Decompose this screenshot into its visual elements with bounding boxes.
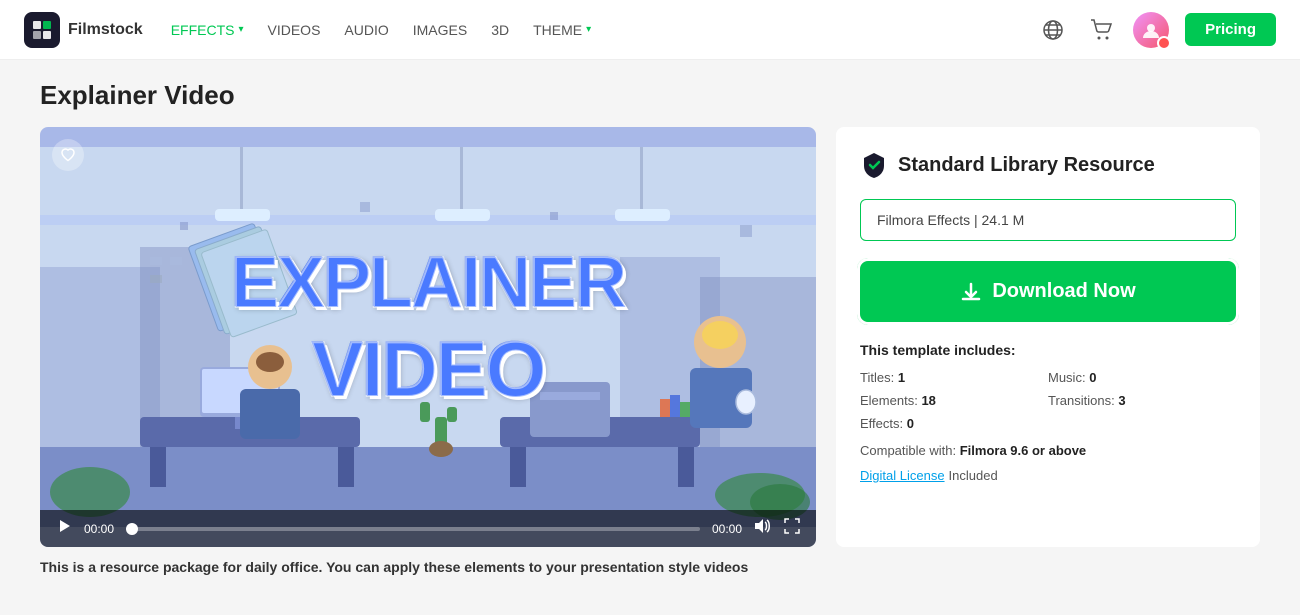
content-area: EXPLAINER VIDEO 00:00 — [40, 127, 1260, 547]
nav-audio[interactable]: AUDIO — [344, 22, 388, 38]
time-end: 00:00 — [712, 522, 742, 536]
chevron-down-icon: ▾ — [238, 24, 243, 35]
page-title: Explainer Video — [40, 80, 1260, 111]
titles-item: Titles: 1 — [860, 370, 1048, 385]
includes-grid: Titles: 1 Music: 0 Elements: 18 Transiti… — [860, 370, 1236, 431]
play-button[interactable] — [56, 518, 72, 539]
music-item: Music: 0 — [1048, 370, 1236, 385]
volume-button[interactable] — [754, 518, 772, 539]
video-controls: 00:00 00:00 — [40, 510, 816, 547]
notification-badge — [1157, 36, 1171, 50]
progress-bar[interactable] — [126, 527, 700, 531]
cart-icon[interactable] — [1085, 14, 1117, 46]
digital-license-link[interactable]: Digital License — [860, 468, 945, 483]
download-label: Download Now — [992, 280, 1135, 303]
nav-3d[interactable]: 3D — [491, 22, 509, 38]
shield-icon — [860, 151, 888, 179]
logo[interactable]: Filmstock — [24, 12, 143, 48]
nav-right: Pricing — [1037, 12, 1276, 48]
pricing-button[interactable]: Pricing — [1185, 13, 1276, 46]
nav-links: EFFECTS ▾ VIDEOS AUDIO IMAGES 3D THEME ▾ — [171, 22, 1009, 38]
fullscreen-button[interactable] — [784, 518, 800, 539]
file-info-box: Filmora Effects | 24.1 M — [860, 199, 1236, 241]
logo-text: Filmstock — [68, 21, 143, 39]
logo-icon — [24, 12, 60, 48]
elements-item: Elements: 18 — [860, 393, 1048, 408]
progress-dot — [126, 523, 138, 535]
description-text: This is a resource package for daily off… — [40, 559, 1260, 575]
nav-videos[interactable]: VIDEOS — [268, 22, 321, 38]
avatar[interactable] — [1133, 12, 1169, 48]
nav-effects[interactable]: EFFECTS ▾ — [171, 22, 244, 38]
license-row: Digital License Included — [860, 468, 1236, 483]
nav-theme[interactable]: THEME ▾ — [533, 22, 591, 38]
nav-images[interactable]: IMAGES — [413, 22, 467, 38]
video-player: EXPLAINER VIDEO 00:00 — [40, 127, 816, 547]
resource-header: Standard Library Resource — [860, 151, 1236, 179]
chevron-down-icon-2: ▾ — [586, 24, 591, 35]
download-button[interactable]: Download Now — [860, 261, 1236, 322]
globe-icon[interactable] — [1037, 14, 1069, 46]
resource-title: Standard Library Resource — [898, 154, 1155, 177]
file-info-text: Filmora Effects | 24.1 M — [877, 212, 1024, 228]
effects-item: Effects: 0 — [860, 416, 1048, 431]
compatible-row: Compatible with: Filmora 9.6 or above — [860, 443, 1236, 458]
favorite-button[interactable] — [52, 139, 84, 171]
navbar: Filmstock EFFECTS ▾ VIDEOS AUDIO IMAGES … — [0, 0, 1300, 60]
includes-title: This template includes: — [860, 342, 1236, 358]
time-current: 00:00 — [84, 522, 114, 536]
main-content: Explainer Video — [0, 60, 1300, 595]
right-panel: Standard Library Resource Filmora Effect… — [836, 127, 1260, 547]
transitions-item: Transitions: 3 — [1048, 393, 1236, 408]
